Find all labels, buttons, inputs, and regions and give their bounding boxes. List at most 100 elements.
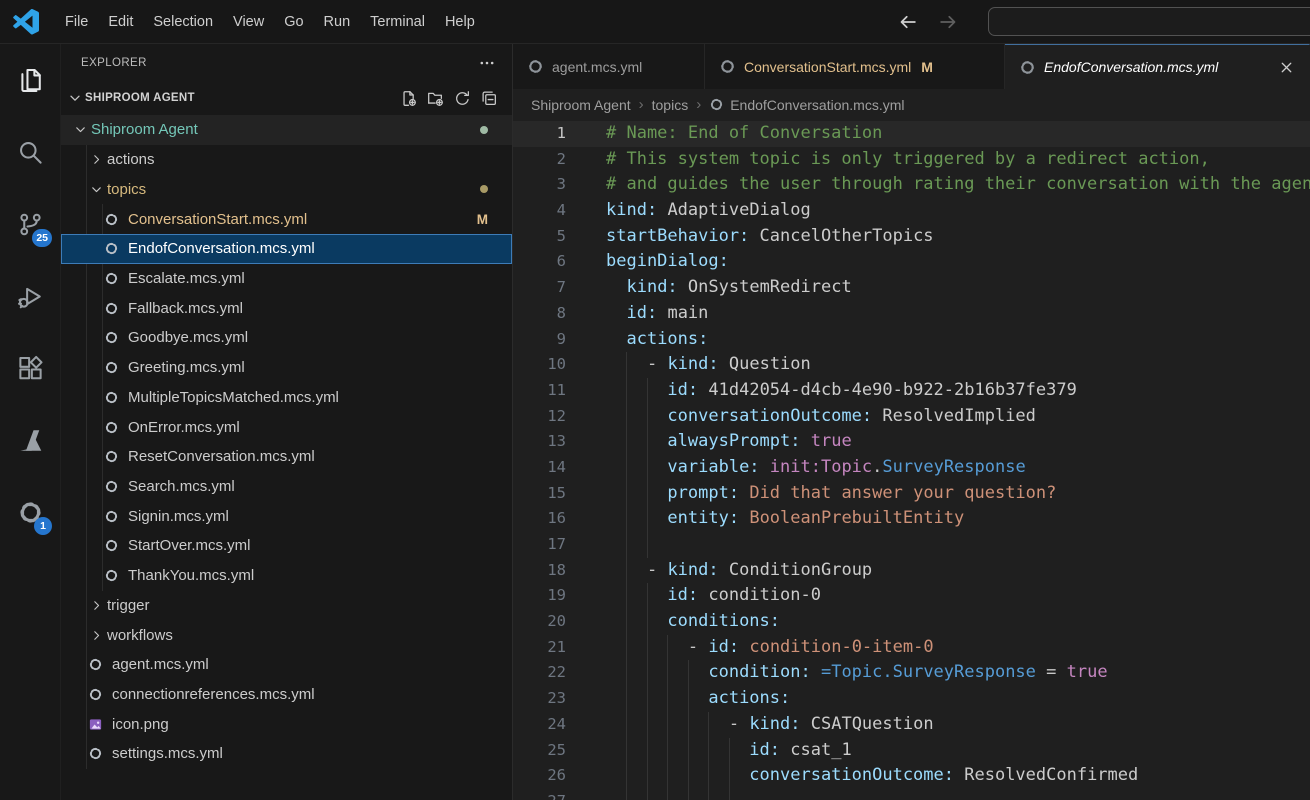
tree-item-greeting-mcs-yml[interactable]: Greeting.mcs.yml xyxy=(61,353,512,383)
code-line-13: 13 alwaysPrompt: true xyxy=(513,429,1310,455)
tree-item-label: agent.mcs.yml xyxy=(112,656,209,673)
breadcrumb-item-topics[interactable]: topics xyxy=(652,97,689,113)
indent-guide xyxy=(647,763,648,789)
tree-item-icon-png[interactable]: icon.png xyxy=(61,709,512,739)
tree-item-agent-mcs-yml[interactable]: agent.mcs.yml xyxy=(61,650,512,680)
code-token xyxy=(606,406,667,426)
vscode-window: FileEditSelectionViewGoRunTerminalHelp 2… xyxy=(0,0,1310,800)
menu-go[interactable]: Go xyxy=(274,8,313,36)
tree-item-connectionreferences-mcs-yml[interactable]: connectionreferences.mcs.yml xyxy=(61,680,512,710)
code-line-25: 25 id: csat_1 xyxy=(513,738,1310,764)
mcs-file-icon xyxy=(709,97,724,112)
code-token: AdaptiveDialog xyxy=(667,200,810,220)
indent-guide xyxy=(688,738,689,764)
command-center-search[interactable] xyxy=(988,7,1310,36)
indent-guide xyxy=(729,763,730,789)
code-token: id: xyxy=(667,380,698,400)
code-token: - xyxy=(729,714,749,734)
nav-forward-icon[interactable] xyxy=(937,11,959,33)
activity-explorer-icon[interactable] xyxy=(0,44,60,116)
tree-item-fallback-mcs-yml[interactable]: Fallback.mcs.yml xyxy=(61,293,512,323)
tree-item-multipletopicsmatched-mcs-yml[interactable]: MultipleTopicsMatched.mcs.yml xyxy=(61,382,512,412)
menu-help[interactable]: Help xyxy=(435,8,485,36)
indent-guide xyxy=(626,609,627,635)
code-token xyxy=(678,277,688,297)
change-indicator-dot xyxy=(480,185,488,193)
tree-item-goodbye-mcs-yml[interactable]: Goodbye.mcs.yml xyxy=(61,323,512,353)
editor-code[interactable]: 1# Name: End of Conversation2# This syst… xyxy=(513,120,1310,800)
indent-guide xyxy=(688,712,689,738)
menu-view[interactable]: View xyxy=(223,8,274,36)
code-token: entity: xyxy=(667,508,739,528)
code-token xyxy=(606,740,749,760)
workspace-section-header[interactable]: SHIPROOM AGENT xyxy=(61,81,512,115)
code-token xyxy=(606,688,708,708)
code-line-4: 4kind: AdaptiveDialog xyxy=(513,198,1310,224)
mcs-file-icon xyxy=(103,478,120,494)
indent-guide xyxy=(688,660,689,686)
activity-extensions-icon[interactable] xyxy=(0,332,60,404)
activity-copilot-studio-icon[interactable]: 1 xyxy=(0,476,60,548)
mcs-file-icon xyxy=(103,389,120,405)
tab-agent-mcs-yml[interactable]: agent.mcs.yml xyxy=(513,44,705,89)
tree-item-search-mcs-yml[interactable]: Search.mcs.yml xyxy=(61,472,512,502)
indent-guide xyxy=(626,789,627,800)
tree-item-onerror-mcs-yml[interactable]: OnError.mcs.yml xyxy=(61,412,512,442)
tree-item-endofconversation-mcs-yml[interactable]: EndofConversation.mcs.yml xyxy=(61,234,512,264)
indent-guide xyxy=(626,352,627,378)
collapse-all-icon[interactable] xyxy=(481,90,498,107)
code-token: # and guides the user through rating the… xyxy=(606,174,1310,194)
code-token: condition-0 xyxy=(708,585,821,605)
menu-terminal[interactable]: Terminal xyxy=(360,8,435,36)
tab-endofconversation-mcs-yml[interactable]: EndofConversation.mcs.yml xyxy=(1005,44,1310,89)
menu-selection[interactable]: Selection xyxy=(143,8,223,36)
tree-item-resetconversation-mcs-yml[interactable]: ResetConversation.mcs.yml xyxy=(61,442,512,472)
menu-file[interactable]: File xyxy=(55,8,98,36)
code-token: BooleanPrebuiltEntity xyxy=(749,508,964,528)
activity-search-icon[interactable] xyxy=(0,116,60,188)
tree-item-escalate-mcs-yml[interactable]: Escalate.mcs.yml xyxy=(61,264,512,294)
indent-guide xyxy=(626,455,627,481)
tree-item-trigger[interactable]: trigger xyxy=(61,591,512,621)
tree-item-shiproom-agent[interactable]: Shiproom Agent xyxy=(61,115,512,145)
code-line-14: 14 variable: init:Topic.SurveyResponse xyxy=(513,455,1310,481)
new-folder-icon[interactable] xyxy=(427,90,444,107)
tree-item-label: Signin.mcs.yml xyxy=(128,508,229,525)
menu-run[interactable]: Run xyxy=(314,8,361,36)
code-token: SurveyResponse xyxy=(882,457,1025,477)
code-token: ResolvedImplied xyxy=(882,406,1036,426)
breadcrumb-item-endofconversation-mcs-yml[interactable]: EndofConversation.mcs.yml xyxy=(709,97,904,113)
mcs-file-icon xyxy=(103,330,120,346)
tree-item-signin-mcs-yml[interactable]: Signin.mcs.yml xyxy=(61,501,512,531)
tab-conversationstart-mcs-yml[interactable]: ConversationStart.mcs.ymlM xyxy=(705,44,1005,89)
code-line-8: 8 id: main xyxy=(513,301,1310,327)
tree-item-conversationstart-mcs-yml[interactable]: ConversationStart.mcs.ymlM xyxy=(61,204,512,234)
tree-item-actions[interactable]: actions xyxy=(61,145,512,175)
close-icon[interactable] xyxy=(1278,59,1295,76)
image-file-icon xyxy=(87,716,104,732)
chevron-down-icon xyxy=(67,90,83,106)
code-token: true xyxy=(1067,662,1108,682)
nav-back-icon[interactable] xyxy=(897,11,919,33)
indent-guide xyxy=(626,583,627,609)
code-token: # This system topic is only triggered by… xyxy=(606,149,1210,169)
menu-edit[interactable]: Edit xyxy=(98,8,143,36)
activity-azure-icon[interactable] xyxy=(0,404,60,476)
activity-source-control-icon[interactable]: 25 xyxy=(0,188,60,260)
new-file-icon[interactable] xyxy=(400,90,417,107)
git-modified-badge: M xyxy=(477,212,488,227)
activity-run-debug-icon[interactable] xyxy=(0,260,60,332)
breadcrumb-item-shiproom-agent[interactable]: Shiproom Agent xyxy=(531,97,631,113)
tree-item-startover-mcs-yml[interactable]: StartOver.mcs.yml xyxy=(61,531,512,561)
tree-item-workflows[interactable]: workflows xyxy=(61,620,512,650)
code-line-3: 3# and guides the user through rating th… xyxy=(513,172,1310,198)
line-number: 27 xyxy=(513,789,566,800)
code-token: Did that answer your question? xyxy=(749,483,1056,503)
indent-guide xyxy=(667,789,668,800)
refresh-icon[interactable] xyxy=(454,90,471,107)
ellipsis-icon[interactable] xyxy=(478,54,496,72)
indent-guide xyxy=(647,404,648,430)
tree-item-topics[interactable]: topics xyxy=(61,174,512,204)
tree-item-thankyou-mcs-yml[interactable]: ThankYou.mcs.yml xyxy=(61,561,512,591)
tree-item-settings-mcs-yml[interactable]: settings.mcs.yml xyxy=(61,739,512,769)
